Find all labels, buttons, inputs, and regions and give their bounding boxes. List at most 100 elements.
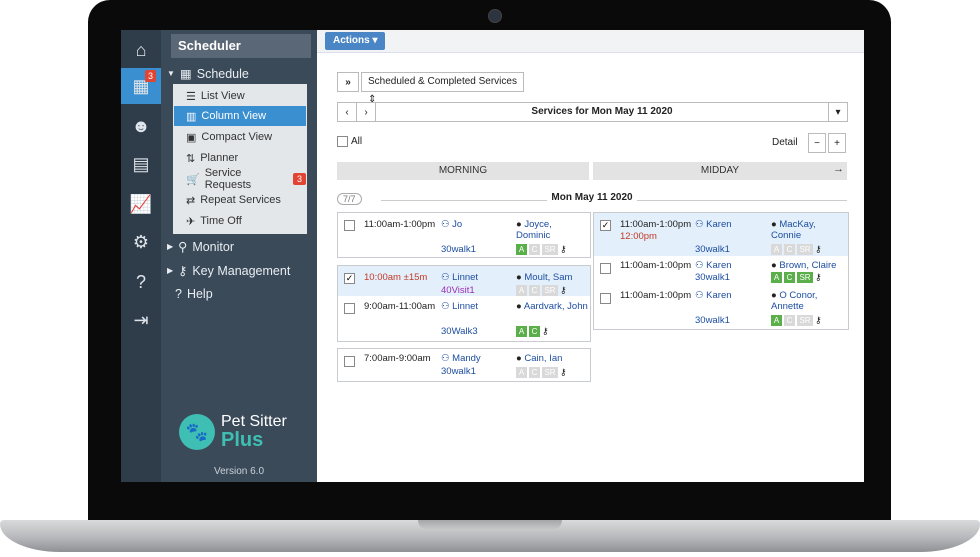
submenu-list-view[interactable]: ☰ List View (174, 86, 306, 106)
user-icon: ● (516, 272, 522, 283)
row-checkbox-checked[interactable]: ✓ (600, 220, 611, 231)
prev-day-button[interactable]: ‹ (337, 102, 357, 122)
client-link[interactable]: ● Cain, Ian (516, 353, 562, 364)
tag-sr: SR (797, 244, 813, 255)
row-checkbox[interactable] (344, 220, 355, 231)
sitter-link[interactable]: ⚇ Mandy (441, 353, 481, 364)
service-card: 7:00am-9:00am ⚇ Mandy ● Cain, Ian 30walk… (337, 348, 591, 382)
submenu-column-view[interactable]: ▥ Column View (174, 106, 306, 126)
help-icon[interactable]: ? (121, 264, 161, 300)
caret-right-icon: ▶ (167, 266, 174, 275)
sitter-link[interactable]: ⚇ Karen (695, 290, 732, 301)
date-dropdown-button[interactable]: ▾ (828, 102, 848, 122)
nav-item-help[interactable]: ? Help (175, 287, 213, 301)
service-filter-select[interactable]: Scheduled & Completed Services ⇕ (361, 72, 524, 105)
service-code[interactable]: 30walk1 (441, 366, 476, 377)
client-link[interactable]: ● Moult, Sam (516, 272, 572, 283)
user-icon: ● (771, 219, 777, 230)
paw-icon: 🐾 (179, 414, 215, 450)
service-code[interactable]: 30walk1 (695, 315, 730, 326)
submenu-service-requests[interactable]: 🛒 Service Requests 3 (174, 167, 306, 191)
nav-item-monitor[interactable]: ▶ ⚲ Monitor (167, 239, 234, 255)
service-row[interactable]: 11:00am-1:00pm ⚇ Jo ● Joyce, Dominic 30w… (338, 213, 590, 257)
expand-button[interactable]: » (337, 72, 359, 92)
home-icon[interactable]: ⌂ (121, 32, 161, 68)
top-toolbar: Actions ▾ (317, 30, 864, 53)
client-link[interactable]: ● O Conor, Annette (771, 290, 845, 312)
client-link[interactable]: ● Brown, Claire (771, 260, 836, 271)
detail-minus-button[interactable]: − (808, 133, 826, 153)
column-header-midday: MIDDAY → (593, 162, 847, 180)
row-checkbox-checked[interactable]: ✓ (344, 273, 355, 284)
actions-button[interactable]: Actions ▾ (325, 32, 386, 50)
service-code[interactable]: 30walk1 (695, 272, 730, 283)
service-code[interactable]: 40Visit1 (441, 285, 475, 296)
service-code[interactable]: 30Walk3 (441, 326, 478, 337)
arrow-right-icon[interactable]: → (833, 160, 844, 178)
nav-schedule-label: Schedule (196, 66, 249, 81)
nav-item-key-management[interactable]: ▶ ⚷ Key Management (167, 263, 290, 279)
select-all-checkbox[interactable] (337, 136, 348, 147)
service-time: 9:00am-11:00am (364, 301, 436, 312)
app-screen: ⌂ ▦ 3 ☻ ▤ 📈 ⚙ ? ⇥ Scheduler ▼ ▦ Schedule … (121, 30, 864, 482)
map-pin-icon: ⚲ (178, 240, 188, 254)
users-icon[interactable]: ☻ (121, 108, 161, 144)
person-icon: ⚇ (441, 301, 450, 312)
sitter-name: Jo (452, 219, 463, 230)
client-name: Joyce, Dominic (516, 219, 552, 241)
service-actual-time: 12:00pm (620, 231, 657, 242)
document-icon[interactable]: ▤ (121, 146, 161, 182)
schedule-badge: 3 (144, 70, 156, 82)
chart-icon[interactable]: 📈 (121, 186, 161, 222)
sitter-link[interactable]: ⚇ Linnet (441, 301, 478, 312)
client-link[interactable]: ● Aardvark, John (516, 301, 588, 312)
submenu-repeat-services[interactable]: ⇄ Repeat Services (174, 190, 306, 210)
select-all[interactable]: All (337, 136, 362, 147)
key-icon: ⚷ (560, 244, 567, 254)
tag-c: C (784, 244, 795, 255)
service-row[interactable]: 7:00am-9:00am ⚇ Mandy ● Cain, Ian 30walk… (338, 349, 590, 381)
service-row[interactable]: ✓ 10:00am ±15m ⚇ Linnet ● Moult, Sam 40V… (338, 266, 590, 296)
submenu-label: Time Off (200, 215, 242, 227)
nav-item-schedule[interactable]: ▼ ▦ Schedule (167, 66, 249, 82)
service-row[interactable]: ✓ 11:00am-1:00pm 12:00pm ⚇ Karen ● MacKa… (594, 213, 848, 256)
sort-icon: ⇅ (186, 152, 196, 165)
next-day-button[interactable]: › (356, 102, 376, 122)
status-tags: A C SR ⚷ (516, 244, 567, 255)
client-link[interactable]: ● MacKay, Connie (771, 219, 845, 241)
client-link[interactable]: ● Joyce, Dominic (516, 219, 588, 241)
icon-rail: ⌂ ▦ 3 ☻ ▤ 📈 ⚙ ? ⇥ (121, 30, 161, 482)
logout-icon[interactable]: ⇥ (121, 302, 161, 338)
submenu-time-off[interactable]: ✈ Time Off (174, 211, 306, 231)
settings-icon[interactable]: ⚙ (121, 224, 161, 260)
repeat-icon: ⇄ (186, 194, 196, 207)
submenu-label: Planner (200, 152, 239, 164)
sitter-link[interactable]: ⚇ Linnet (441, 272, 478, 283)
service-code[interactable]: 30walk1 (695, 244, 730, 255)
row-checkbox[interactable] (600, 263, 611, 274)
service-row[interactable]: 9:00am-11:00am ⚇ Linnet ● Aardvark, John… (338, 296, 590, 341)
detail-plus-button[interactable]: + (828, 133, 846, 153)
row-checkbox[interactable] (344, 356, 355, 367)
row-checkbox[interactable] (344, 303, 355, 314)
user-icon: ● (516, 353, 522, 364)
submenu-planner[interactable]: ⇅ Planner (174, 148, 306, 168)
count-pill: 7/7 (337, 193, 362, 205)
sitter-link[interactable]: ⚇ Karen (695, 219, 732, 230)
user-icon: ● (516, 219, 522, 230)
submenu-compact-view[interactable]: ▣ Compact View (174, 127, 306, 147)
list-icon: ☰ (186, 90, 196, 103)
caret-right-icon: ▶ (167, 242, 174, 251)
service-code[interactable]: 30walk1 (441, 244, 476, 255)
service-filter-value: Scheduled & Completed Services (368, 76, 517, 87)
tag-a: A (771, 315, 782, 326)
client-name: MacKay, Connie (771, 219, 816, 241)
sitter-link[interactable]: ⚇ Karen (695, 260, 732, 271)
sitter-link[interactable]: ⚇ Jo (441, 219, 462, 230)
detail-label: Detail (772, 137, 798, 148)
service-row[interactable]: 11:00am-1:00pm ⚇ Karen ● O Conor, Annett… (594, 286, 848, 329)
tag-sr: SR (542, 367, 558, 378)
calendar-icon[interactable]: ▦ 3 (121, 68, 161, 104)
row-checkbox[interactable] (600, 293, 611, 304)
service-row[interactable]: 11:00am-1:00pm ⚇ Karen ● Brown, Claire 3… (594, 256, 848, 286)
